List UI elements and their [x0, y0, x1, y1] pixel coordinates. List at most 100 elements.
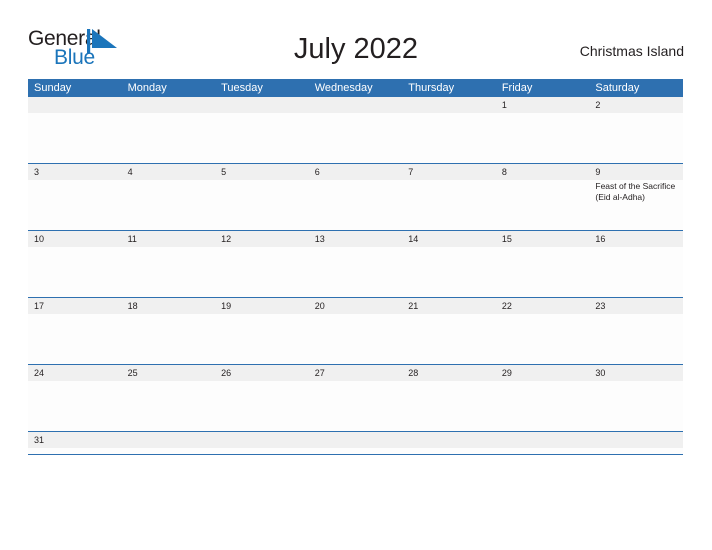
day-number: 18: [121, 298, 216, 314]
day-number: [215, 97, 309, 113]
calendar-day-cell[interactable]: 20: [308, 297, 403, 365]
day-cell-content: 19: [215, 298, 309, 364]
day-number: 2: [589, 97, 683, 113]
day-number: 29: [495, 365, 590, 381]
calendar-week-row: 31: [28, 431, 683, 455]
calendar-day-cell[interactable]: 3: [28, 163, 122, 231]
calendar-day-cell[interactable]: 23: [589, 297, 683, 365]
calendar-empty-cell: [402, 97, 496, 164]
calendar-day-cell[interactable]: 12: [215, 230, 309, 298]
day-number: [215, 432, 309, 448]
calendar-day-cell[interactable]: 19: [215, 297, 309, 365]
calendar-day-cell[interactable]: 7: [402, 163, 496, 231]
day-number: [402, 432, 496, 448]
calendar-day-cell[interactable]: 2: [589, 97, 683, 164]
day-cell-content: 7: [402, 164, 496, 230]
calendar-day-cell[interactable]: 5: [215, 163, 309, 231]
day-cell-content: [215, 97, 309, 163]
day-cell-content: [308, 97, 403, 163]
calendar-day-cell[interactable]: 8: [495, 163, 590, 231]
day-cell-content: [308, 432, 403, 454]
day-number: 10: [28, 231, 122, 247]
calendar-day-cell[interactable]: 9 Feast of the Sacrifice (Eid al-Adha): [589, 163, 683, 231]
day-cell-content: 11: [121, 231, 216, 297]
calendar-day-cell[interactable]: 21: [402, 297, 496, 365]
day-cell-content: [495, 432, 590, 454]
calendar-day-cell[interactable]: 25: [121, 364, 216, 432]
calendar-day-cell[interactable]: 17: [28, 297, 122, 365]
calendar-day-cell[interactable]: 4: [121, 163, 216, 231]
day-number: [402, 97, 496, 113]
calendar-day-cell[interactable]: 15: [495, 230, 590, 298]
day-number: 4: [121, 164, 216, 180]
day-number: 11: [121, 231, 216, 247]
day-of-week-wednesday: Wednesday: [308, 79, 403, 97]
day-number: [308, 432, 403, 448]
day-of-week-monday: Monday: [121, 79, 216, 97]
day-cell-content: 3: [28, 164, 122, 230]
calendar-day-cell[interactable]: 6: [308, 163, 403, 231]
day-number: 1: [495, 97, 590, 113]
calendar-week-row: 3 4 5 6 7 8 9 Feast of the Sacrifice (Eid al-Ad…: [28, 163, 683, 231]
day-cell-content: 18: [121, 298, 216, 364]
calendar-day-cell[interactable]: 27: [308, 364, 403, 432]
day-number: 20: [308, 298, 403, 314]
calendar-day-cell[interactable]: 10: [28, 230, 122, 298]
day-number: 27: [308, 365, 403, 381]
day-number: [28, 97, 122, 113]
day-cell-content: 16: [589, 231, 683, 297]
calendar-day-cell[interactable]: 26: [215, 364, 309, 432]
calendar-empty-cell: [215, 431, 309, 455]
calendar-week-row: 24 25 26 27 28 29 30: [28, 364, 683, 432]
calendar-day-cell[interactable]: 16: [589, 230, 683, 298]
calendar-empty-cell: [402, 431, 496, 455]
calendar-header-row: Sunday Monday Tuesday Wednesday Thursday…: [28, 79, 683, 97]
day-of-week-thursday: Thursday: [402, 79, 496, 97]
calendar-day-cell[interactable]: 22: [495, 297, 590, 365]
day-number: [308, 97, 403, 113]
calendar-day-cell[interactable]: 30: [589, 364, 683, 432]
calendar-day-cell[interactable]: 11: [121, 230, 216, 298]
day-of-week-tuesday: Tuesday: [215, 79, 309, 97]
day-cell-content: 14: [402, 231, 496, 297]
day-cell-content: 30: [589, 365, 683, 431]
calendar-day-cell[interactable]: 1: [495, 97, 590, 164]
day-cell-content: 12: [215, 231, 309, 297]
day-cell-content: 15: [495, 231, 590, 297]
day-cell-content: 20: [308, 298, 403, 364]
calendar-empty-cell: [215, 97, 309, 164]
day-cell-content: 10: [28, 231, 122, 297]
day-cell-content: 22: [495, 298, 590, 364]
calendar-day-cell[interactable]: 29: [495, 364, 590, 432]
calendar-day-cell[interactable]: 24: [28, 364, 122, 432]
day-cell-content: 28: [402, 365, 496, 431]
calendar-week-row: 17 18 19 20 21 22 23: [28, 297, 683, 365]
day-cell-content: 24: [28, 365, 122, 431]
calendar-day-cell[interactable]: 13: [308, 230, 403, 298]
day-events: Feast of the Sacrifice (Eid al-Adha): [589, 180, 683, 203]
day-cell-content: [402, 432, 496, 454]
day-number: 12: [215, 231, 309, 247]
day-number: [495, 432, 590, 448]
day-number: 26: [215, 365, 309, 381]
calendar-day-cell[interactable]: 28: [402, 364, 496, 432]
day-cell-content: 31: [28, 432, 122, 454]
day-number: 6: [308, 164, 403, 180]
day-number: 21: [402, 298, 496, 314]
calendar-day-cell[interactable]: 31: [28, 431, 122, 455]
day-cell-content: 5: [215, 164, 309, 230]
calendar-day-cell[interactable]: 14: [402, 230, 496, 298]
day-number: 30: [589, 365, 683, 381]
day-number: 7: [402, 164, 496, 180]
day-number: 16: [589, 231, 683, 247]
day-cell-content: 13: [308, 231, 403, 297]
day-cell-content: [402, 97, 496, 163]
day-number: 31: [28, 432, 122, 448]
calendar-day-cell[interactable]: 18: [121, 297, 216, 365]
day-of-week-friday: Friday: [495, 79, 590, 97]
day-cell-content: 23: [589, 298, 683, 364]
day-number: 13: [308, 231, 403, 247]
day-number: 25: [121, 365, 216, 381]
day-number: 9: [589, 164, 683, 180]
day-cell-content: 9 Feast of the Sacrifice (Eid al-Adha): [589, 164, 683, 230]
